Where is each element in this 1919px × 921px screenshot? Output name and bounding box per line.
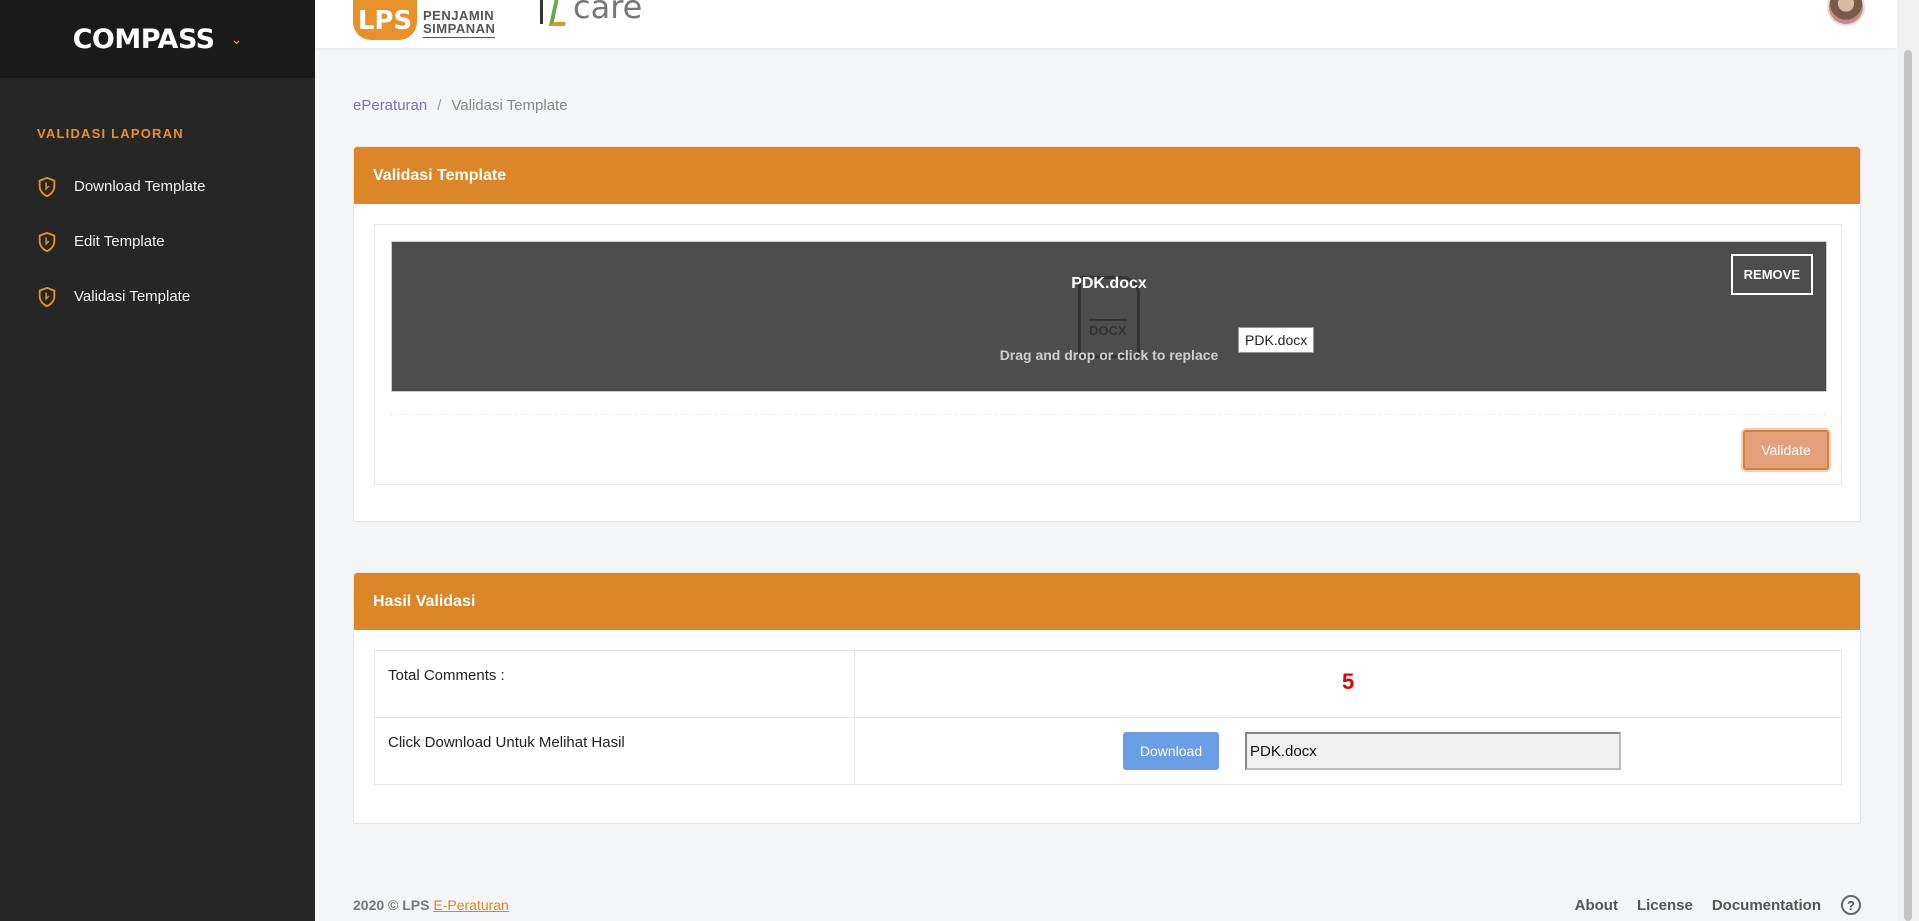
breadcrumb-current: Validasi Template (451, 97, 568, 114)
upload-panel: DOCX PDK.docx Drag and drop or click to … (374, 224, 1842, 485)
hasil-validasi-card: Hasil Validasi Total Comments : 5 Click … (353, 572, 1861, 824)
divider (390, 414, 1826, 415)
lps-line2: SIMPANAN (423, 20, 496, 36)
scrollbar-thumb[interactable] (1904, 50, 1912, 921)
table-row: Click Download Untuk Melihat Hasil Downl… (374, 717, 1842, 785)
sidebar-item-label: Download Template (74, 178, 206, 195)
sidebar: COMPASS ⌄ VALIDASI LAPORAN Download Temp… (0, 0, 315, 921)
total-comments-label: Total Comments : (374, 650, 855, 718)
care-mark-icon (548, 0, 574, 26)
breadcrumb: ePeraturan / Validasi Template (353, 97, 568, 114)
sidebar-item-validasi-template[interactable]: Validasi Template (0, 269, 315, 324)
brand-text: COMPASS (72, 23, 216, 55)
sidebar-section-title: VALIDASI LAPORAN (37, 126, 184, 141)
lps-mark: LPS (353, 0, 417, 40)
footer-eperaturan-link[interactable]: E-Peraturan (433, 897, 508, 913)
care-logo: care (540, 0, 642, 26)
shield-icon (38, 286, 56, 307)
footer-links: About License Documentation ? (1556, 895, 1861, 915)
sidebar-header[interactable]: COMPASS ⌄ (0, 0, 315, 78)
footer-copyright: 2020 © LPS E-Peraturan (353, 897, 509, 913)
sidebar-item-download-template[interactable]: Download Template (0, 159, 315, 214)
sidebar-item-label: Edit Template (74, 233, 165, 250)
total-comments-cell: 5 (854, 650, 1842, 718)
validasi-template-card: Validasi Template DOCX PDK.docx Drag and… (353, 146, 1861, 522)
download-filename-field[interactable] (1245, 732, 1621, 770)
compass-logo: COMPASS (72, 23, 216, 55)
file-ext-label: DOCX (1089, 319, 1127, 338)
footer-link-license[interactable]: License (1637, 897, 1693, 914)
filename-tooltip: PDK.docx (1238, 327, 1315, 353)
dropzone-filename: PDK.docx (1071, 275, 1147, 292)
breadcrumb-root-link[interactable]: ePeraturan (353, 97, 427, 114)
care-text: care (573, 0, 643, 26)
validate-button[interactable]: Validate (1743, 430, 1829, 470)
file-dropzone[interactable]: DOCX PDK.docx Drag and drop or click to … (391, 241, 1827, 392)
shield-icon (38, 176, 56, 197)
sidebar-item-label: Validasi Template (74, 288, 191, 305)
footer-link-about[interactable]: About (1575, 897, 1618, 914)
lps-logo: LPS PENJAMIN SIMPANAN (353, 0, 496, 40)
lps-text: PENJAMIN SIMPANAN (423, 7, 496, 38)
download-button[interactable]: Download (1123, 732, 1219, 770)
lps-line1: PENJAMIN (423, 7, 495, 23)
card-title: Hasil Validasi (354, 573, 1860, 630)
scrollbar[interactable] (1897, 0, 1919, 921)
footer-link-documentation[interactable]: Documentation (1712, 897, 1821, 914)
avatar[interactable] (1827, 0, 1865, 26)
card-title: Validasi Template (354, 147, 1860, 204)
help-icon[interactable]: ? (1841, 895, 1861, 915)
logo-divider (540, 0, 543, 24)
result-table: Total Comments : 5 Click Download Untuk … (374, 650, 1842, 785)
total-comments-value: 5 (1342, 669, 1355, 694)
sidebar-nav: Download Template Edit Template Validasi… (0, 159, 315, 324)
download-cell: Download (854, 717, 1842, 785)
chevron-down-icon[interactable]: ⌄ (231, 31, 243, 48)
shield-icon (38, 231, 56, 252)
remove-button[interactable]: REMOVE (1730, 254, 1813, 295)
breadcrumb-separator: / (437, 97, 442, 114)
sidebar-item-edit-template[interactable]: Edit Template (0, 214, 315, 269)
table-row: Total Comments : 5 (374, 650, 1842, 718)
topbar: LPS PENJAMIN SIMPANAN care (315, 0, 1897, 48)
dropzone-hint: Drag and drop or click to replace (999, 347, 1219, 363)
download-instruction-label: Click Download Untuk Melihat Hasil (374, 717, 855, 785)
copyright-text: 2020 © LPS (353, 897, 430, 913)
